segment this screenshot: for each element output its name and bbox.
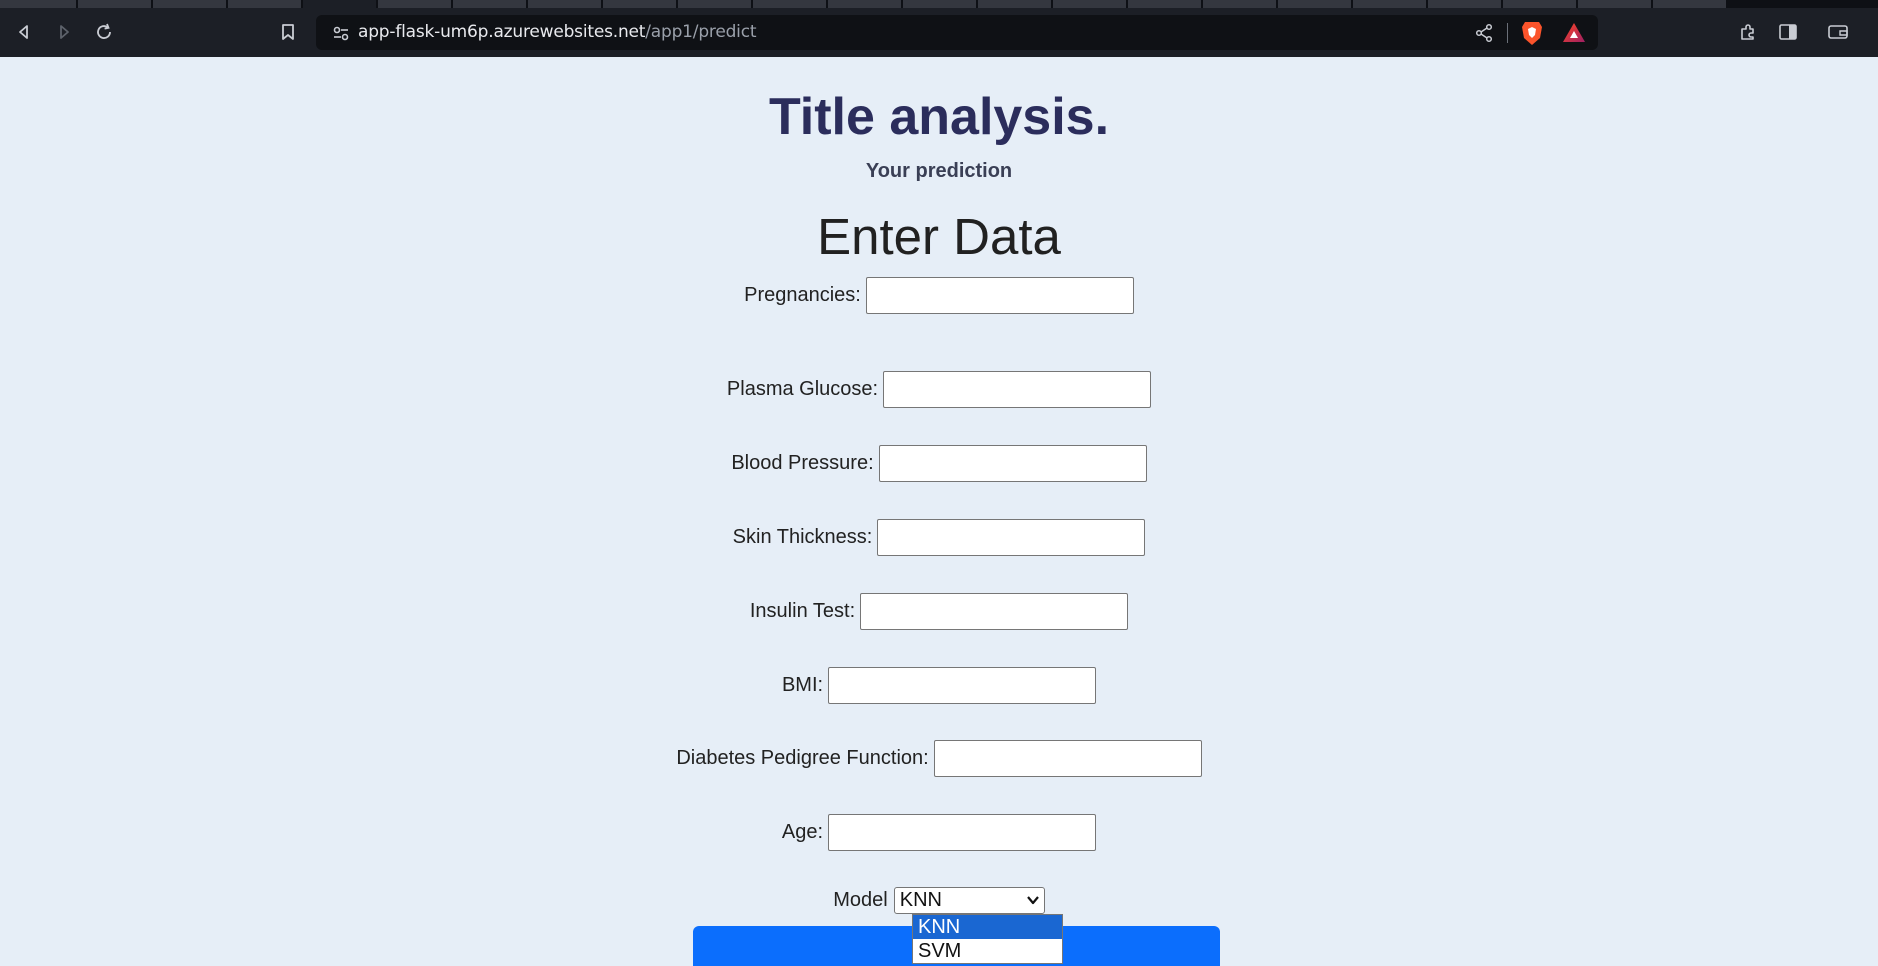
reload-icon[interactable] [88, 16, 120, 48]
bmi-input[interactable] [828, 666, 1097, 704]
browser-tab[interactable] [228, 0, 303, 8]
field-label: Skin Thickness: [732, 525, 873, 548]
browser-tab[interactable] [1053, 0, 1128, 8]
extensions-icon[interactable] [1732, 16, 1764, 48]
page-content: Title analysis. Your prediction Enter Da… [0, 57, 1878, 956]
browser-tab[interactable] [453, 0, 528, 8]
field-age: Age: [0, 812, 1878, 852]
brave-shields-icon[interactable] [1520, 20, 1544, 46]
chevron-down-icon [1026, 896, 1039, 905]
browser-tab[interactable] [978, 0, 1053, 8]
field-diabetes-pedigree: Diabetes Pedigree Function: [0, 738, 1878, 778]
browser-tab[interactable] [1278, 0, 1353, 8]
insulin-test-input[interactable] [860, 592, 1129, 630]
model-selected-value: KNN [899, 889, 942, 911]
url-host: app-flask-um6p.azurewebsites.net [358, 22, 646, 42]
tab-strip [0, 0, 1878, 8]
age-input[interactable] [828, 813, 1097, 851]
model-row: Model KNN [0, 887, 1878, 914]
browser-tab[interactable] [1428, 0, 1503, 8]
browser-tab[interactable] [753, 0, 828, 8]
browser-tab[interactable] [903, 0, 978, 8]
field-label: Pregnancies: [744, 283, 861, 306]
browser-tab[interactable] [678, 0, 753, 8]
field-label: Diabetes Pedigree Function: [676, 746, 929, 769]
field-label: Insulin Test: [749, 599, 856, 622]
browser-toolbar: app-flask-um6p.azurewebsites.net/app1/pr… [0, 8, 1878, 57]
browser-tab[interactable] [1653, 0, 1728, 8]
address-bar[interactable]: app-flask-um6p.azurewebsites.net/app1/pr… [316, 15, 1598, 50]
blood-pressure-input[interactable] [878, 444, 1147, 482]
bookmark-icon[interactable] [272, 16, 304, 48]
diabetes-pedigree-input[interactable] [933, 739, 1202, 777]
browser-tab[interactable] [0, 0, 78, 8]
site-info-icon[interactable] [330, 22, 352, 44]
toolbar-divider [1507, 23, 1508, 43]
dropdown-option-knn[interactable]: KNN [913, 915, 1062, 939]
url-text[interactable]: app-flask-um6p.azurewebsites.net/app1/pr… [358, 15, 757, 50]
page-title: Title analysis. [768, 88, 1110, 146]
wallet-icon[interactable] [1822, 16, 1854, 48]
browser-tab[interactable] [1353, 0, 1428, 8]
model-select[interactable]: KNN [893, 887, 1045, 914]
browser-tab-active[interactable] [303, 0, 378, 8]
back-icon[interactable] [8, 16, 40, 48]
field-label: Age: [781, 820, 824, 843]
page-subtitle: Your prediction [865, 160, 1013, 182]
sidebar-toggle-icon[interactable] [1772, 16, 1804, 48]
brave-rewards-icon[interactable] [1562, 21, 1586, 45]
model-label: Model [833, 889, 888, 911]
field-label: Plasma Glucose: [726, 377, 879, 400]
browser-tab[interactable] [1128, 0, 1203, 8]
model-dropdown-list: KNN SVM [912, 914, 1063, 964]
form-heading: Enter Data [817, 208, 1061, 265]
browser-tab[interactable] [1503, 0, 1578, 8]
field-bmi: BMI: [0, 665, 1878, 705]
dropdown-option-svm[interactable]: SVM [913, 939, 1062, 963]
field-label: BMI: [781, 673, 824, 696]
pregnancies-input[interactable] [865, 276, 1134, 314]
browser-tab[interactable] [828, 0, 903, 8]
field-insulin-test: Insulin Test: [0, 591, 1878, 631]
browser-tab[interactable] [603, 0, 678, 8]
url-path: /app1/predict [645, 22, 757, 42]
browser-tab[interactable] [378, 0, 453, 8]
skin-thickness-input[interactable] [877, 518, 1146, 556]
field-pregnancies: Pregnancies: [0, 275, 1878, 315]
field-label: Blood Pressure: [731, 451, 874, 474]
field-skin-thickness: Skin Thickness: [0, 517, 1878, 557]
field-blood-pressure: Blood Pressure: [0, 443, 1878, 483]
share-icon[interactable] [1472, 21, 1496, 45]
field-plasma-glucose: Plasma Glucose: [0, 369, 1878, 409]
browser-tab[interactable] [528, 0, 603, 8]
plasma-glucose-input[interactable] [883, 370, 1152, 408]
browser-tab[interactable] [1203, 0, 1278, 8]
browser-tab[interactable] [1578, 0, 1653, 8]
browser-tab[interactable] [153, 0, 228, 8]
forward-icon[interactable] [48, 16, 80, 48]
browser-tab[interactable] [78, 0, 153, 8]
